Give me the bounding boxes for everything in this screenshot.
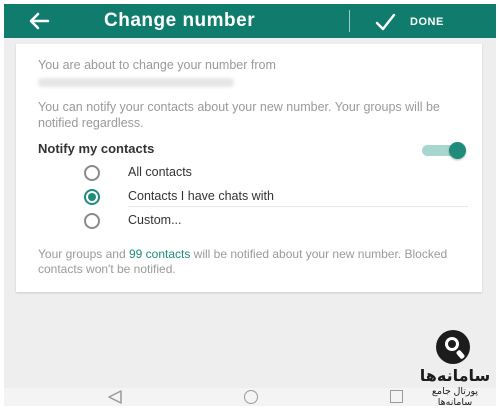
radio-button[interactable]	[84, 165, 100, 181]
app-bar: Change number DONE	[4, 4, 496, 38]
option-all-contacts[interactable]: All contacts	[84, 164, 454, 182]
checkmark-icon	[375, 13, 396, 31]
done-button[interactable]: DONE	[374, 9, 444, 35]
page-title: Change number	[104, 10, 256, 31]
intro-text: You are about to change your number from	[38, 58, 276, 72]
magnifier-logo-icon	[436, 330, 470, 364]
contacts-count-link[interactable]: 99 contacts	[129, 247, 190, 261]
nav-home-circle-icon[interactable]	[244, 390, 258, 404]
blurred-phone-number	[38, 78, 234, 87]
option-contacts-with-chats[interactable]: Contacts I have chats with	[84, 188, 454, 206]
appbar-divider	[349, 10, 350, 32]
divider	[128, 206, 468, 207]
option-label: All contacts	[128, 165, 192, 179]
notify-description: You can notify your contacts about your …	[38, 100, 440, 130]
notify-contacts-label: Notify my contacts	[38, 141, 155, 156]
done-label: DONE	[410, 16, 444, 28]
toggle-thumb	[449, 142, 466, 159]
nav-recent-square-icon[interactable]	[390, 390, 403, 403]
footer-text-before: Your groups and	[38, 247, 129, 261]
settings-card: You are about to change your number from…	[16, 44, 482, 292]
watermark-subtitle: پورتال جامع سامانه‌ها	[431, 386, 479, 408]
radio-button-selected[interactable]	[84, 189, 100, 205]
option-label: Contacts I have chats with	[128, 189, 274, 203]
notify-contacts-toggle[interactable]	[422, 142, 466, 159]
arrow-left-icon[interactable]	[26, 8, 52, 34]
option-custom[interactable]: Custom...	[84, 212, 454, 230]
radio-button[interactable]	[84, 213, 100, 229]
notify-contacts-row[interactable]: Notify my contacts	[38, 140, 468, 160]
option-label: Custom...	[128, 213, 182, 227]
watermark-name: سامانه‌ها	[419, 368, 491, 385]
nav-back-triangle-icon[interactable]	[107, 390, 123, 404]
watermark: سامانه‌ها پورتال جامع سامانه‌ها	[414, 330, 496, 408]
footer-note: Your groups and 99 contacts will be noti…	[38, 247, 458, 276]
